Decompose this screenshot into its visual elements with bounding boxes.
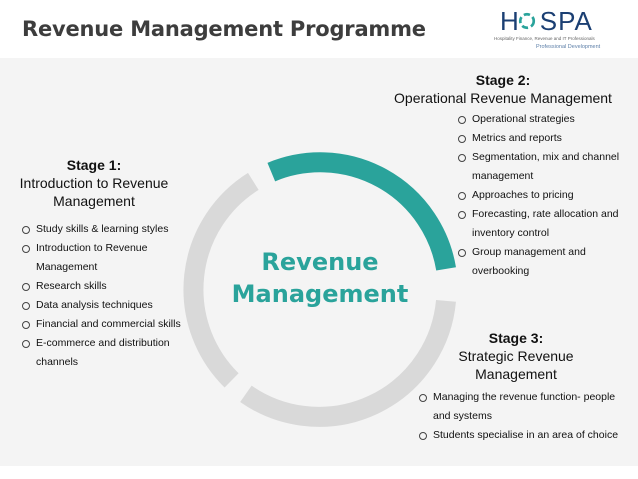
ring-segment-stage-3 bbox=[240, 299, 456, 427]
stage-3-name: Strategic Revenue Management bbox=[458, 348, 574, 382]
stage-1-heading: Stage 1: Introduction to Revenue Managem… bbox=[4, 156, 184, 210]
stage-3-item: Students specialise in an area of choice bbox=[419, 426, 625, 445]
stage-2-item: Operational strategies bbox=[458, 110, 628, 129]
logo-wordmark-right: SPA bbox=[539, 6, 593, 36]
page-title: Revenue Management Programme bbox=[22, 17, 426, 41]
stage-1-item: E-commerce and distribution channels bbox=[22, 334, 190, 372]
stage-1-item: Study skills & learning styles bbox=[22, 220, 190, 239]
stage-1-name: Introduction to Revenue Management bbox=[19, 175, 169, 209]
stage-3-heading: Stage 3: Strategic Revenue Management bbox=[430, 329, 602, 383]
logo-tagline: Hospitality Finance, Revenue and IT Prof… bbox=[494, 36, 595, 41]
stage-1-item: Financial and commercial skills bbox=[22, 315, 190, 334]
stage-2-name: Operational Revenue Management bbox=[394, 90, 612, 106]
stage-2-item: Metrics and reports bbox=[458, 129, 628, 148]
logo-subline: Professional Development bbox=[536, 44, 601, 50]
stage-3-label: Stage 3: bbox=[488, 330, 544, 346]
logo-o-icon bbox=[518, 12, 536, 30]
stage-2-item: Forecasting, rate allocation and invento… bbox=[458, 205, 628, 243]
stage-2-item: Group management and overbooking bbox=[458, 243, 628, 281]
stage-3-list: Managing the revenue function- people an… bbox=[419, 388, 625, 445]
logo-wordmark: H SPA bbox=[500, 7, 593, 35]
stage-1-item: Data analysis techniques bbox=[22, 296, 190, 315]
center-label-line2: Management bbox=[231, 280, 409, 308]
center-label-line1: Revenue bbox=[261, 248, 379, 276]
stage-1-item: Introduction to Revenue Management bbox=[22, 239, 190, 277]
header: Revenue Management Programme H SPA Hospit… bbox=[0, 0, 638, 58]
stage-2-label: Stage 2: bbox=[475, 72, 531, 88]
stage-2-item: Approaches to pricing bbox=[458, 186, 628, 205]
stage-3-item: Managing the revenue function- people an… bbox=[419, 388, 625, 426]
hospa-logo: H SPA Hospitality Finance, Revenue and IT… bbox=[494, 6, 614, 54]
stage-2-heading: Stage 2: Operational Revenue Management bbox=[372, 71, 634, 107]
stage-1-item: Research skills bbox=[22, 277, 190, 296]
footer-strip bbox=[0, 466, 638, 479]
stage-2-list: Operational strategies Metrics and repor… bbox=[458, 110, 628, 281]
stage-2-item: Segmentation, mix and channel management bbox=[458, 148, 628, 186]
center-label: Revenue Management bbox=[220, 246, 420, 310]
logo-wordmark-left: H bbox=[500, 6, 520, 36]
stage-1-list: Study skills & learning styles Introduct… bbox=[22, 220, 190, 372]
stage-1-label: Stage 1: bbox=[66, 157, 122, 173]
